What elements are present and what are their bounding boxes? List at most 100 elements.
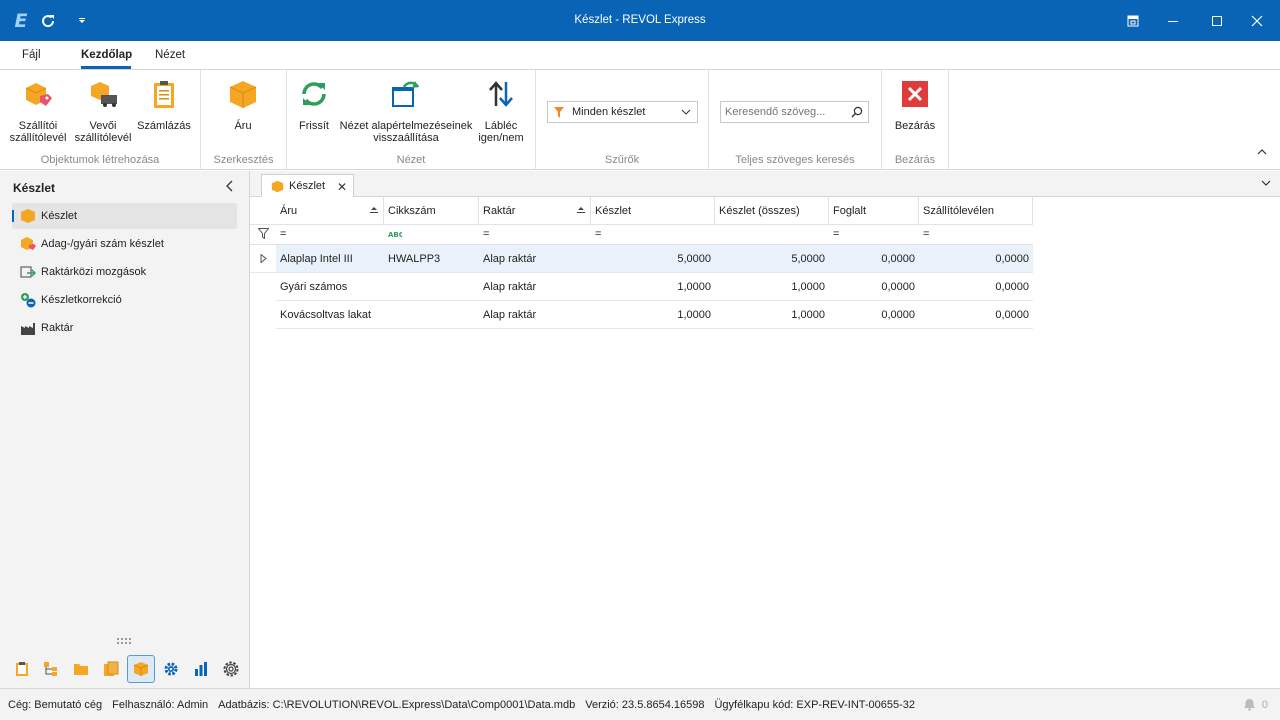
vevoi-szallitolevel-button[interactable]: Vevői szállítólevél bbox=[72, 78, 134, 144]
filter-aru[interactable]: = bbox=[276, 223, 384, 245]
column-header-keszlet[interactable]: Készlet bbox=[591, 197, 715, 225]
tab-fajl[interactable]: Fájl bbox=[22, 49, 41, 61]
filter-icon[interactable] bbox=[250, 223, 276, 245]
aru-button[interactable]: Áru bbox=[221, 78, 265, 132]
clipboard-icon[interactable] bbox=[8, 655, 36, 683]
column-header-cikkszam[interactable]: Cikkszám bbox=[384, 197, 479, 225]
close-window-button[interactable] bbox=[1237, 0, 1277, 41]
nezet-visszaallitasa-button[interactable]: Nézet alapértelmezéseinek visszaállítása bbox=[339, 78, 473, 144]
box-icon bbox=[21, 209, 35, 223]
status-company: Cég: Bemutató cég bbox=[8, 698, 103, 711]
chevron-down-icon bbox=[681, 109, 691, 115]
sort-icon bbox=[577, 206, 585, 213]
hierarchy-icon[interactable] bbox=[37, 655, 65, 683]
display-options-icon[interactable] bbox=[1113, 0, 1153, 41]
filter-row: = ABC = = = = bbox=[250, 223, 1033, 245]
box-tag-icon bbox=[25, 83, 52, 106]
szamlazas-button[interactable]: Számlázás bbox=[136, 78, 192, 132]
status-bar: Cég: Bemutató cég Felhasználó: Admin Ada… bbox=[0, 688, 1280, 720]
box-icon bbox=[229, 81, 257, 108]
warehouse-icon bbox=[21, 323, 35, 335]
filter-icon bbox=[554, 106, 564, 118]
chevron-left-icon[interactable] bbox=[225, 180, 235, 195]
lablec-igen-nem-button[interactable]: Lábléc igen/nem bbox=[475, 78, 527, 144]
group-szurok: Minden készlet Szűrők bbox=[536, 70, 709, 170]
column-header-raktar[interactable]: Raktár bbox=[479, 197, 591, 225]
refresh-icon bbox=[302, 82, 326, 106]
panel-title: Készlet bbox=[13, 181, 56, 195]
text-filter-icon: ABC bbox=[388, 228, 402, 239]
search-input[interactable] bbox=[721, 106, 841, 118]
frissit-button[interactable]: Frissít bbox=[293, 78, 335, 132]
table-row[interactable]: Alaplap Intel III HWALPP3 Alap raktár 5,… bbox=[250, 245, 1033, 273]
close-red-icon bbox=[902, 81, 928, 107]
ribbon: Szállítói szállítólevél Vevői szállítóle… bbox=[0, 70, 1280, 170]
szallitoi-szallitolevel-button[interactable]: Szállítói szállítólevél bbox=[6, 78, 70, 144]
svg-text:ABC: ABC bbox=[388, 231, 402, 239]
search-box[interactable] bbox=[720, 101, 869, 123]
sidebar-item-keszlet[interactable]: Készlet bbox=[12, 203, 237, 229]
column-header-foglalt[interactable]: Foglalt bbox=[829, 197, 919, 225]
maximize-button[interactable] bbox=[1197, 0, 1237, 41]
close-tab-icon[interactable]: ✕ bbox=[337, 180, 347, 194]
box-tag-icon bbox=[21, 237, 36, 250]
search-icon[interactable] bbox=[851, 106, 863, 118]
sidebar-item-adag-gyari-szam[interactable]: Adag-/gyári szám készlet bbox=[12, 231, 237, 257]
navigation-panel: Készlet Készlet Adag-/gyári szám készlet… bbox=[0, 171, 250, 688]
filter-foglalt[interactable]: = bbox=[829, 223, 919, 245]
group-nezet: Frissít Nézet alapértelmezéseinek vissza… bbox=[287, 70, 536, 170]
bell-icon bbox=[1243, 699, 1255, 711]
clipboard-icon bbox=[154, 81, 174, 108]
tab-nezet[interactable]: Nézet bbox=[155, 49, 185, 61]
title-bar: E Készlet - REVOL Express bbox=[0, 0, 1280, 41]
filter-dropdown[interactable]: Minden készlet bbox=[547, 101, 698, 123]
filter-raktar[interactable]: = bbox=[479, 223, 591, 245]
reset-view-icon bbox=[392, 81, 420, 107]
filter-cikkszam[interactable]: ABC bbox=[384, 223, 479, 245]
tab-kezdolap[interactable]: Kezdőlap bbox=[81, 49, 132, 61]
ribbon-tabs: Fájl Kezdőlap Nézet bbox=[0, 41, 1280, 70]
settings-gear-icon[interactable] bbox=[217, 655, 245, 683]
active-tab-indicator bbox=[81, 66, 131, 69]
gear-blue-icon[interactable] bbox=[157, 655, 185, 683]
filter-keszlet[interactable]: = bbox=[591, 223, 715, 245]
bar-chart-icon[interactable] bbox=[187, 655, 215, 683]
table-row[interactable]: Gyári számos Alap raktár 1,0000 1,0000 0… bbox=[250, 273, 1033, 301]
grid-header: Áru Cikkszám Raktár Készlet Készlet (öss… bbox=[250, 197, 1033, 225]
column-header-aru[interactable]: Áru bbox=[276, 197, 384, 225]
collapse-ribbon-icon[interactable] bbox=[1256, 146, 1268, 161]
window-title: Készlet - REVOL Express bbox=[574, 14, 706, 26]
sidebar-item-raktar[interactable]: Raktár bbox=[12, 315, 237, 341]
status-version: Verzió: 23.5.8654.16598 bbox=[585, 698, 705, 711]
sort-icon bbox=[370, 206, 378, 213]
sort-arrows-icon bbox=[489, 81, 513, 107]
group-kereses: Teljes szöveges keresés bbox=[709, 70, 882, 170]
documents-icon[interactable] bbox=[97, 655, 125, 683]
minimize-button[interactable] bbox=[1153, 0, 1193, 41]
inventory-box-icon[interactable] bbox=[127, 655, 155, 683]
row-indicator-icon bbox=[250, 245, 276, 273]
group-szerkesztes: Áru Szerkesztés bbox=[201, 70, 287, 170]
box-truck-icon bbox=[91, 82, 117, 107]
document-tabs: Készlet ✕ bbox=[250, 171, 1280, 197]
notifications[interactable]: 0 bbox=[1243, 698, 1268, 711]
status-database: Adatbázis: C:\REVOLUTION\REVOL.Express\D… bbox=[218, 698, 576, 711]
filter-keszlet-osszes[interactable] bbox=[715, 223, 829, 245]
folder-icon[interactable] bbox=[67, 655, 95, 683]
column-header-szallitolevelen[interactable]: Szállítólevélen bbox=[919, 197, 1033, 225]
sidebar-item-raktarkozi-mozgasok[interactable]: Raktárközi mozgások bbox=[12, 259, 237, 285]
chevron-down-icon[interactable] bbox=[1260, 177, 1272, 192]
tab-keszlet-document[interactable]: Készlet ✕ bbox=[261, 174, 354, 197]
bezaras-button[interactable]: Bezárás bbox=[890, 78, 940, 132]
box-icon bbox=[271, 180, 284, 192]
column-header-keszlet-osszes[interactable]: Készlet (összes) bbox=[715, 197, 829, 225]
table-row[interactable]: Kovácsoltvas lakat Alap raktár 1,0000 1,… bbox=[250, 301, 1033, 329]
group-objektumok: Szállítói szállítólevél Vevői szállítóle… bbox=[0, 70, 201, 170]
transfer-icon bbox=[20, 266, 36, 278]
status-user: Felhasználó: Admin bbox=[112, 698, 209, 711]
resize-grip-icon[interactable] bbox=[117, 635, 133, 647]
inventory-grid: Áru Cikkszám Raktár Készlet Készlet (öss… bbox=[250, 197, 1280, 688]
sidebar-item-keszletkorrekcio[interactable]: Készletkorrekció bbox=[12, 287, 237, 313]
module-switcher bbox=[0, 653, 250, 683]
filter-szallitolevelen[interactable]: = bbox=[919, 223, 1033, 245]
